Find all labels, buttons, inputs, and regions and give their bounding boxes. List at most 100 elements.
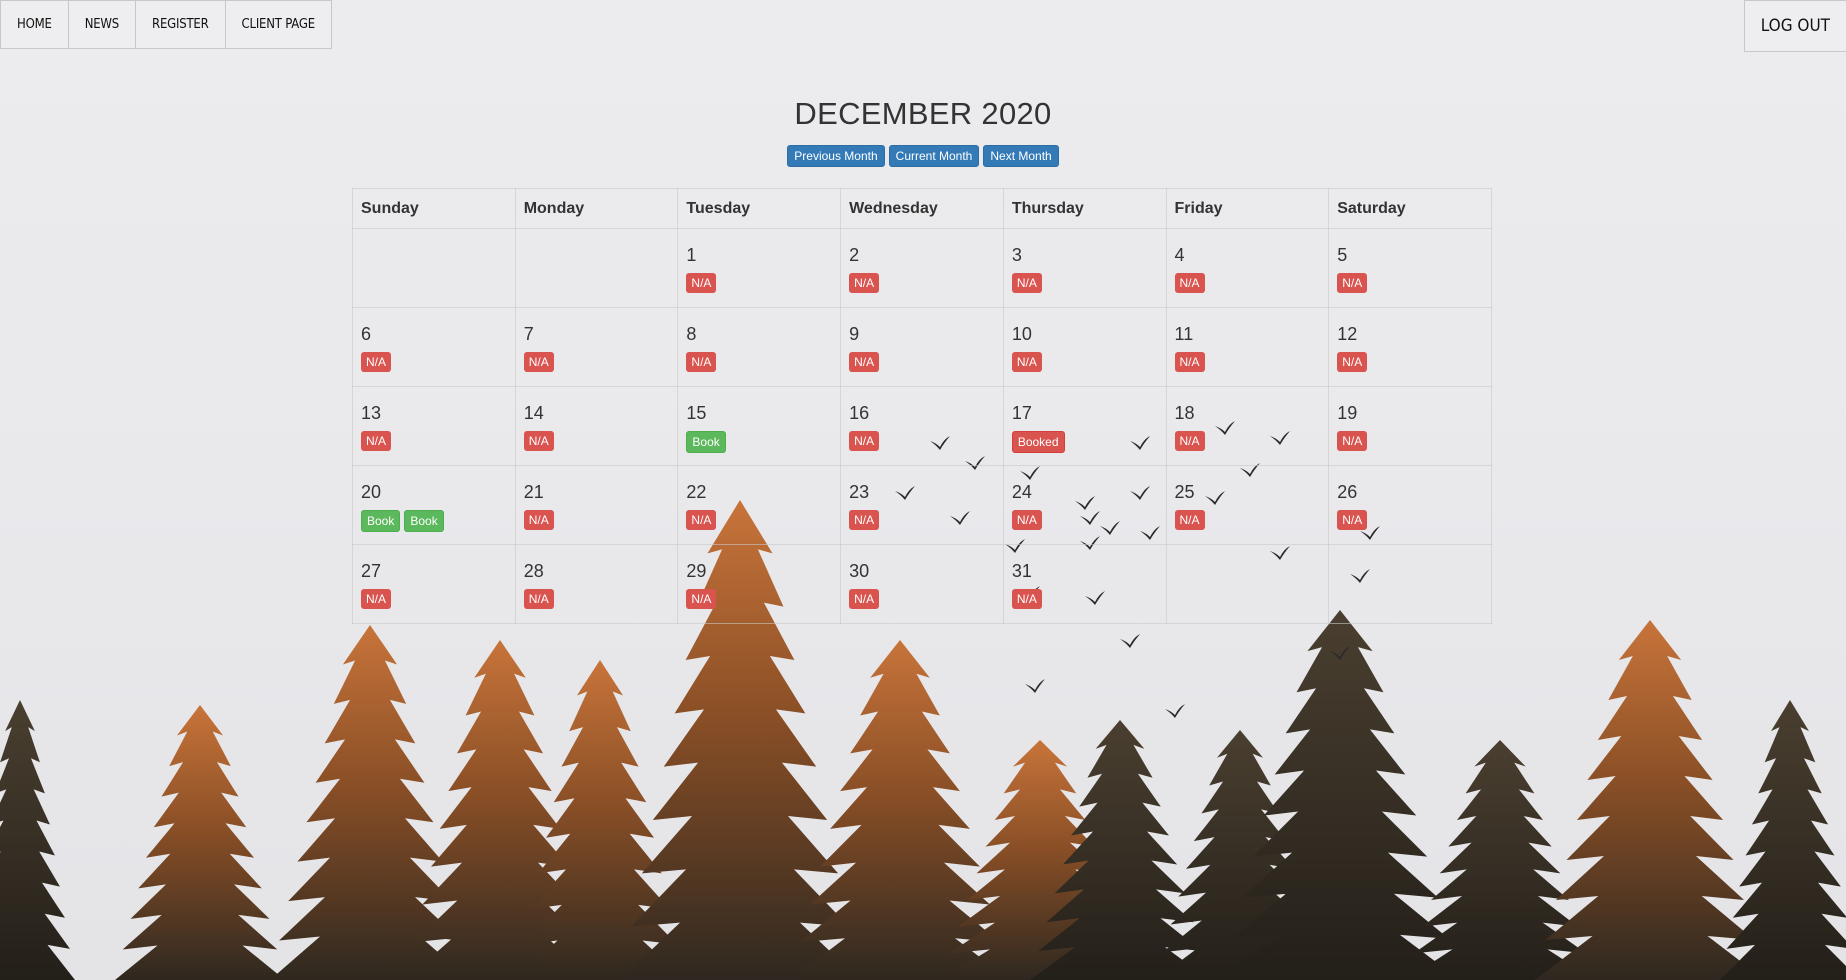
unavailable-badge: N/A <box>1011 273 1042 294</box>
calendar-day-cell: 8 N/A <box>677 307 842 387</box>
calendar-day-cell: 21 N/A <box>514 465 679 545</box>
day-status-labels: N/A <box>361 589 507 610</box>
tree-shape <box>1720 700 1846 980</box>
day-number: 12 <box>1337 324 1358 344</box>
nav-news-link[interactable]: NEWS <box>68 0 137 49</box>
calendar-day-cell <box>514 228 679 308</box>
bird-silhouette <box>1120 634 1140 648</box>
book-button[interactable]: Book <box>686 431 726 454</box>
day-number: 5 <box>1337 245 1348 265</box>
calendar-day-cell: 20 Book Book <box>352 465 516 545</box>
unavailable-badge: N/A <box>849 510 880 531</box>
unavailable-badge: N/A <box>1011 589 1042 610</box>
day-status-labels: N/A <box>523 510 670 531</box>
calendar-day-cell: 10 N/A <box>1002 307 1167 387</box>
calendar-day-cell: 26 N/A <box>1328 465 1492 545</box>
calendar-day-cell: 24 N/A <box>1002 465 1167 545</box>
calendar-day-cell: 28 N/A <box>514 544 679 624</box>
calendar-day-cell: 17 Booked <box>1002 386 1167 466</box>
unavailable-badge: N/A <box>849 589 880 610</box>
day-status-labels: N/A <box>686 352 832 373</box>
day-number: 17 <box>1011 403 1032 423</box>
unavailable-badge: N/A <box>523 589 554 610</box>
weekday-header-wednesday: Wednesday <box>840 188 1004 229</box>
unavailable-badge: N/A <box>1174 510 1205 531</box>
weekday-header-tuesday: Tuesday <box>677 188 842 229</box>
day-status-labels: N/A <box>849 431 995 452</box>
day-status-labels: N/A <box>849 273 995 294</box>
unavailable-badge: N/A <box>1174 273 1205 294</box>
calendar-day-cell: 11 N/A <box>1165 307 1330 387</box>
calendar-day-cell: 23 N/A <box>840 465 1004 545</box>
calendar-day-cell: 14 N/A <box>514 386 679 466</box>
day-number: 20 <box>361 482 382 502</box>
day-status-labels: N/A <box>523 431 670 452</box>
unavailable-badge: N/A <box>849 352 880 373</box>
day-status-labels: N/A <box>523 589 670 610</box>
unavailable-badge: N/A <box>1174 352 1205 373</box>
nav-client-page-link[interactable]: CLIENT PAGE <box>225 0 332 49</box>
tree-shape <box>790 640 1010 980</box>
day-status-labels: N/A <box>686 273 832 294</box>
day-status-labels: N/A <box>523 352 670 373</box>
day-status-labels: N/A <box>361 352 507 373</box>
next-month-button[interactable]: Next Month <box>983 145 1059 167</box>
calendar-month-title: DECEMBER 2020 <box>794 96 1052 131</box>
calendar-day-cell: 2 N/A <box>840 228 1004 308</box>
current-month-button[interactable]: Current Month <box>888 145 980 167</box>
booked-button[interactable]: Booked <box>1011 431 1065 454</box>
day-status-labels: N/A <box>361 431 507 452</box>
top-nav: HOME NEWS REGISTER CLIENT PAGE <box>0 0 332 49</box>
calendar-day-cell: 1 N/A <box>677 228 842 308</box>
calendar-day-cell: 27 N/A <box>352 544 516 624</box>
unavailable-badge: N/A <box>1011 510 1042 531</box>
day-number: 31 <box>1011 561 1032 581</box>
unavailable-badge: N/A <box>686 352 717 373</box>
day-status-labels: N/A <box>1011 352 1158 373</box>
unavailable-badge: N/A <box>361 352 392 373</box>
unavailable-badge: N/A <box>686 273 717 294</box>
day-number <box>1337 559 1483 583</box>
nav-home-link[interactable]: HOME <box>0 0 69 49</box>
book-button[interactable]: Book <box>361 510 401 533</box>
calendar-day-cell: 18 N/A <box>1165 386 1330 466</box>
day-status-labels: N/A <box>1174 352 1321 373</box>
calendar-day-cell <box>1165 544 1330 624</box>
day-status-labels: N/A <box>1337 431 1483 452</box>
day-number: 21 <box>523 482 544 502</box>
tree-shape <box>115 705 285 980</box>
tree-shape <box>1535 620 1765 980</box>
day-number <box>524 243 670 267</box>
day-status-labels: N/A <box>686 589 832 610</box>
day-status-labels: N/A <box>849 589 995 610</box>
day-number: 3 <box>1011 245 1022 265</box>
book-button[interactable]: Book <box>404 510 444 533</box>
nav-register-link[interactable]: REGISTER <box>136 0 226 49</box>
weekday-header-saturday: Saturday <box>1328 188 1492 229</box>
calendar-week-row: 1 N/A 2 N/A 3 N/A 4 N/A 5 N/A <box>352 228 1492 308</box>
calendar-day-cell: 31 N/A <box>1002 544 1167 624</box>
calendar-day-cell: 19 N/A <box>1328 386 1492 466</box>
logout-link[interactable]: LOG OUT <box>1743 0 1846 52</box>
unavailable-badge: N/A <box>1337 510 1368 531</box>
day-number: 7 <box>523 324 534 344</box>
previous-month-button[interactable]: Previous Month <box>787 145 885 167</box>
day-status-labels: N/A <box>1174 510 1321 531</box>
day-status-labels: N/A <box>1011 510 1158 531</box>
day-number: 18 <box>1174 403 1195 423</box>
day-status-labels: N/A <box>1011 273 1158 294</box>
weekday-header-monday: Monday <box>514 188 679 229</box>
unavailable-badge: N/A <box>361 431 392 452</box>
calendar-day-cell: 13 N/A <box>352 386 516 466</box>
calendar-day-cell <box>1328 544 1492 624</box>
calendar-day-cell: 16 N/A <box>840 386 1004 466</box>
calendar-grid: Sunday Monday Tuesday Wednesday Thursday… <box>352 188 1492 624</box>
day-number: 14 <box>523 403 544 423</box>
day-number <box>361 243 507 267</box>
unavailable-badge: N/A <box>686 510 717 531</box>
unavailable-badge: N/A <box>1337 352 1368 373</box>
day-number: 13 <box>361 403 382 423</box>
calendar-day-cell: 22 N/A <box>677 465 842 545</box>
tree-shape <box>0 700 75 980</box>
day-status-labels: N/A <box>1011 589 1158 610</box>
